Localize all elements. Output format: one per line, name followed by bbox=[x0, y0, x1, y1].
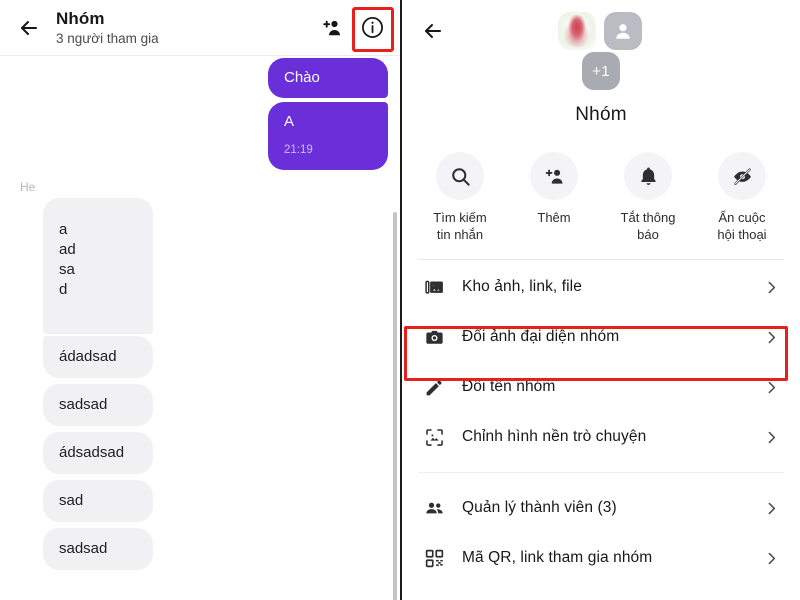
message-timestamp: 21:19 bbox=[284, 144, 313, 156]
action-label: Tắt thông báo bbox=[620, 210, 676, 242]
menu-item-label: Quản lý thành viên (3) bbox=[462, 499, 617, 516]
menu-item-rename-group[interactable]: Đổi tên nhóm bbox=[402, 362, 800, 412]
action-label: Tìm kiếm tin nhắn bbox=[433, 210, 487, 242]
bell-icon bbox=[624, 152, 672, 200]
action-hide-conversation[interactable]: Ẩn cuộc hội thoại bbox=[702, 152, 782, 243]
chevron-right-icon bbox=[763, 279, 780, 296]
qr-icon bbox=[424, 548, 450, 569]
dual-screenshot: Nhóm 3 người tham gia Chào A 21:19 He a … bbox=[0, 0, 800, 600]
photos-icon bbox=[424, 277, 450, 298]
action-label: Thêm bbox=[537, 210, 571, 225]
message-bubble[interactable]: sad bbox=[43, 480, 153, 522]
menu-item-label: Mã QR, link tham gia nhóm bbox=[462, 549, 653, 566]
message-row-outgoing[interactable]: A 21:19 bbox=[0, 102, 400, 170]
action-search-messages[interactable]: Tìm kiếm tin nhắn bbox=[420, 152, 500, 243]
avatar-placeholder bbox=[604, 12, 642, 50]
chat-panel: Nhóm 3 người tham gia Chào A 21:19 He a … bbox=[0, 0, 400, 600]
page-title: Nhóm bbox=[56, 8, 105, 28]
add-person-icon bbox=[530, 152, 578, 200]
message-text-line: a bbox=[59, 221, 68, 238]
message-text: sadsad bbox=[59, 396, 108, 413]
people-icon bbox=[424, 498, 450, 519]
message-bubble[interactable]: ádadsad bbox=[43, 336, 153, 378]
message-row-outgoing[interactable]: Chào bbox=[0, 58, 400, 98]
menu-item-label: Đổi tên nhóm bbox=[462, 378, 556, 395]
back-arrow-icon[interactable] bbox=[12, 11, 46, 45]
chevron-right-icon bbox=[763, 379, 780, 396]
message-text-line: d bbox=[59, 281, 68, 298]
action-mute-notifications[interactable]: Tắt thông báo bbox=[608, 152, 688, 243]
message-list[interactable]: Chào A 21:19 He a ad sa d ádadsad sadsad… bbox=[0, 56, 400, 600]
group-name: Nhóm bbox=[575, 104, 627, 125]
message-text: Chào bbox=[284, 69, 320, 86]
add-person-icon[interactable] bbox=[314, 10, 350, 46]
chat-scrollbar[interactable] bbox=[393, 212, 397, 600]
message-bubble[interactable]: sadsad bbox=[43, 528, 153, 570]
avatar-overflow-count: +1 bbox=[582, 52, 620, 90]
message-text: sad bbox=[59, 492, 84, 509]
message-text-line: sa bbox=[59, 261, 75, 278]
action-label: Ẩn cuộc hội thoại bbox=[717, 210, 767, 242]
message-bubble[interactable]: A 21:19 bbox=[268, 102, 388, 170]
message-bubble[interactable]: Chào bbox=[268, 58, 388, 98]
divider bbox=[418, 472, 784, 473]
menu-item-chat-wallpaper[interactable]: Chỉnh hình nền trò chuyện bbox=[402, 412, 800, 462]
pencil-icon bbox=[424, 377, 450, 398]
incoming-message-stack: a ad sa d ádadsad sadsad ádsadsad sad sa… bbox=[43, 198, 400, 570]
menu-item-label: Kho ảnh, link, file bbox=[462, 278, 582, 295]
group-info-header: +1 Nhóm bbox=[402, 0, 800, 148]
message-bubble[interactable]: sadsad bbox=[43, 384, 153, 426]
camera-icon bbox=[424, 327, 450, 348]
menu-item-label: Đổi ảnh đại diện nhóm bbox=[462, 328, 620, 345]
eye-slash-icon bbox=[718, 152, 766, 200]
menu-item-label: Chỉnh hình nền trò chuyện bbox=[462, 428, 647, 445]
action-add-member[interactable]: Thêm bbox=[514, 152, 594, 243]
menu-item-manage-members[interactable]: Quản lý thành viên (3) bbox=[402, 483, 800, 533]
info-icon[interactable] bbox=[354, 10, 390, 46]
chat-header-actions bbox=[314, 10, 390, 46]
group-info-panel: +1 Nhóm Tìm kiếm tin nhắn Thêm Tắt thông… bbox=[402, 0, 800, 600]
message-text: ádsadsad bbox=[59, 444, 125, 461]
message-bubble[interactable]: a ad sa d bbox=[43, 198, 153, 334]
participants-count: 3 người tham gia bbox=[56, 30, 159, 46]
chat-header: Nhóm 3 người tham gia bbox=[0, 0, 400, 56]
message-bubble[interactable]: ádsadsad bbox=[43, 432, 153, 474]
message-text: A bbox=[284, 113, 295, 130]
message-text: sadsad bbox=[59, 540, 108, 557]
chevron-right-icon bbox=[763, 500, 780, 517]
message-text-line: ad bbox=[59, 241, 76, 258]
menu-item-change-group-avatar[interactable]: Đổi ảnh đại diện nhóm bbox=[402, 312, 800, 362]
menu-item-qr-invite-link[interactable]: Mã QR, link tham gia nhóm bbox=[402, 533, 800, 583]
message-text: ádadsad bbox=[59, 348, 117, 365]
chevron-right-icon bbox=[763, 550, 780, 567]
avatar bbox=[558, 12, 596, 50]
image-frame-icon bbox=[424, 427, 450, 448]
group-settings-menu: Kho ảnh, link, file Đổi ảnh đại diện nhó… bbox=[402, 260, 800, 583]
group-avatar-cluster[interactable]: +1 bbox=[556, 12, 646, 90]
sender-name: He bbox=[20, 180, 36, 194]
chevron-right-icon bbox=[763, 429, 780, 446]
quick-actions-row: Tìm kiếm tin nhắn Thêm Tắt thông báo Ẩn … bbox=[402, 148, 800, 243]
chat-title-block: Nhóm 3 người tham gia bbox=[56, 9, 314, 47]
search-icon bbox=[436, 152, 484, 200]
chevron-right-icon bbox=[763, 329, 780, 346]
back-arrow-icon[interactable] bbox=[416, 14, 450, 48]
menu-item-media[interactable]: Kho ảnh, link, file bbox=[402, 262, 800, 312]
